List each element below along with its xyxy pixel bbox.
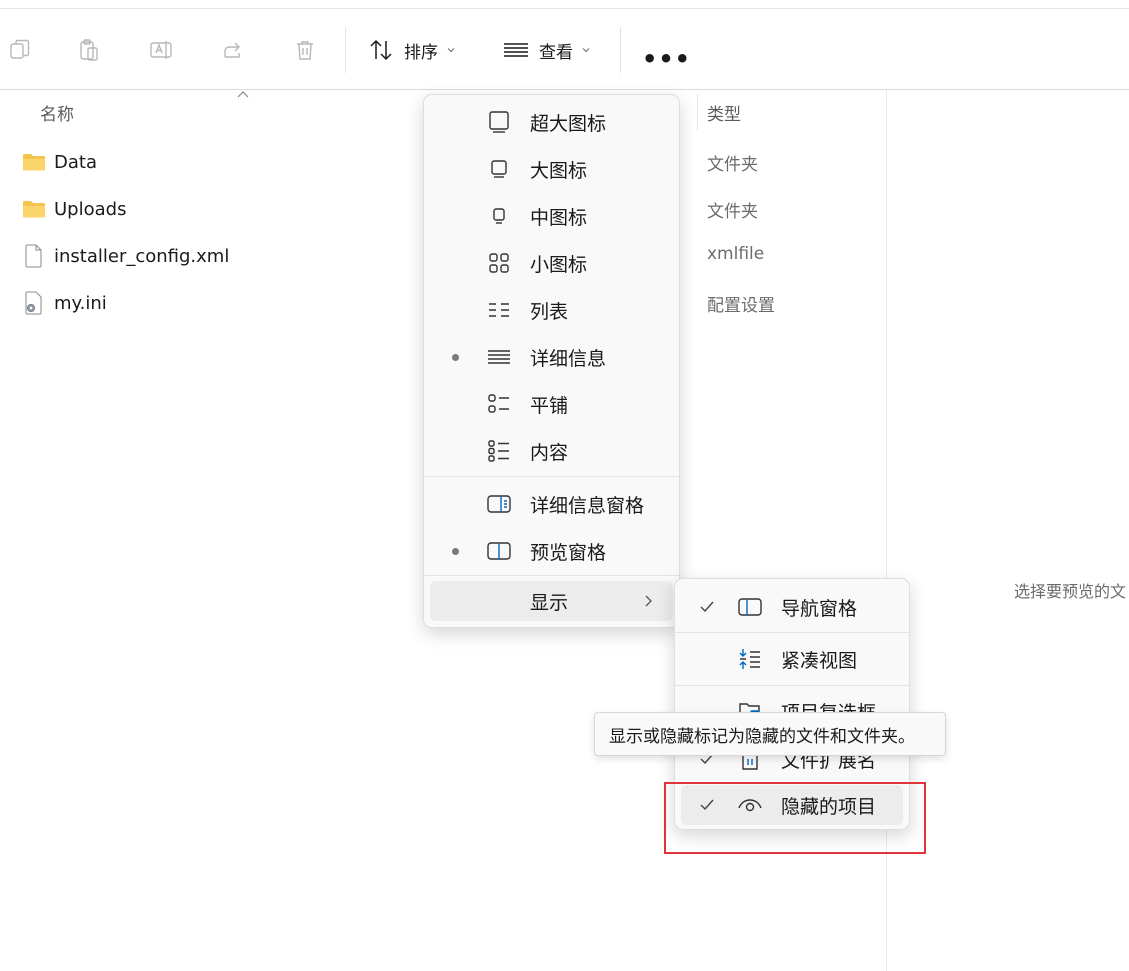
more-options-button[interactable]: ••• xyxy=(642,45,691,73)
sort-icon xyxy=(368,38,394,62)
sort-button[interactable]: 排序 xyxy=(368,35,456,65)
file-row-my-ini[interactable]: my.ini xyxy=(22,288,107,318)
menu-item-list[interactable]: 列表 xyxy=(424,288,679,332)
menu-item-large-icons[interactable]: 大图标 xyxy=(424,147,679,191)
toolbar-divider xyxy=(620,27,621,73)
file-row-uploads[interactable]: Uploads xyxy=(22,194,126,224)
menu-item-tiles[interactable]: 平铺 xyxy=(424,382,679,426)
compact-view-icon xyxy=(737,647,763,671)
chevron-right-icon xyxy=(645,595,652,607)
chevron-down-icon xyxy=(447,48,455,53)
selected-bullet-icon xyxy=(452,353,459,361)
share-icon[interactable] xyxy=(219,36,247,64)
file-type: xmlfile xyxy=(707,244,765,264)
file-row-installer-config[interactable]: installer_config.xml xyxy=(22,241,229,271)
tooltip: 显示或隐藏标记为隐藏的文件和文件夹。 xyxy=(594,712,946,756)
menu-separator xyxy=(675,632,909,633)
details-pane-icon xyxy=(486,492,512,516)
column-header-name[interactable]: 名称 xyxy=(40,100,74,125)
folder-icon xyxy=(22,150,46,174)
sort-ascending-icon xyxy=(237,91,249,98)
selected-bullet-icon xyxy=(452,547,459,555)
view-menu: 超大图标 大图标 中图标 小图标 列表 详细信息 平铺 内容 详细信息窗格 预览… xyxy=(423,94,680,628)
list-icon xyxy=(486,298,512,322)
menu-item-details-pane[interactable]: 详细信息窗格 xyxy=(424,482,679,526)
menu-item-extra-large-icons[interactable]: 超大图标 xyxy=(424,100,679,144)
menu-item-medium-icons[interactable]: 中图标 xyxy=(424,194,679,238)
paste-icon[interactable] xyxy=(75,36,103,64)
copy-icon[interactable] xyxy=(6,36,34,64)
file-type: 文件夹 xyxy=(707,155,758,175)
menu-item-show[interactable]: 显示 xyxy=(424,579,679,623)
menu-separator xyxy=(424,476,679,477)
preview-pane-message: 选择要预览的文 xyxy=(1014,582,1127,601)
menu-item-details[interactable]: 详细信息 xyxy=(424,335,679,379)
navigation-pane-icon xyxy=(737,595,763,619)
column-header-type[interactable]: 类型 xyxy=(707,100,741,125)
small-icons-icon xyxy=(486,251,512,275)
submenu-item-compact-view[interactable]: 紧凑视图 xyxy=(675,637,909,681)
sort-label: 排序 xyxy=(404,42,438,63)
chevron-down-icon xyxy=(582,48,590,53)
preview-pane-icon xyxy=(486,539,512,563)
tooltip-text: 显示或隐藏标记为隐藏的文件和文件夹。 xyxy=(609,726,915,747)
submenu-item-navigation-pane[interactable]: 导航窗格 xyxy=(675,585,909,629)
menu-separator xyxy=(424,575,679,576)
file-row-data[interactable]: Data xyxy=(22,147,97,177)
window-top-strip xyxy=(0,0,1129,9)
large-icons-icon xyxy=(486,157,512,181)
menu-item-small-icons[interactable]: 小图标 xyxy=(424,241,679,285)
file-type: 配置设置 xyxy=(707,296,775,316)
rename-icon[interactable] xyxy=(147,36,175,64)
tiles-icon xyxy=(486,392,512,416)
file-name: my.ini xyxy=(54,292,107,314)
config-file-icon xyxy=(22,291,46,315)
menu-item-content[interactable]: 内容 xyxy=(424,429,679,473)
view-label: 查看 xyxy=(539,42,573,63)
medium-icons-icon xyxy=(486,204,512,228)
menu-separator xyxy=(675,685,909,686)
extra-large-icons-icon xyxy=(486,110,512,134)
column-divider xyxy=(697,94,698,130)
checkmark-icon xyxy=(700,601,714,613)
file-name: Uploads xyxy=(54,198,127,220)
toolbar-divider xyxy=(345,27,346,73)
view-button[interactable]: 查看 xyxy=(503,35,591,65)
file-name: installer_config.xml xyxy=(54,245,230,267)
delete-icon[interactable] xyxy=(291,36,319,64)
file-name: Data xyxy=(54,151,97,173)
details-icon xyxy=(486,345,512,369)
file-icon xyxy=(22,244,46,268)
command-bar: 排序 查看 ••• xyxy=(0,9,1129,90)
folder-icon xyxy=(22,197,46,221)
view-icon xyxy=(503,38,529,62)
menu-item-preview-pane[interactable]: 预览窗格 xyxy=(424,529,679,573)
highlight-annotation-box xyxy=(664,782,926,854)
content-icon xyxy=(486,439,512,463)
file-type: 文件夹 xyxy=(707,202,758,222)
